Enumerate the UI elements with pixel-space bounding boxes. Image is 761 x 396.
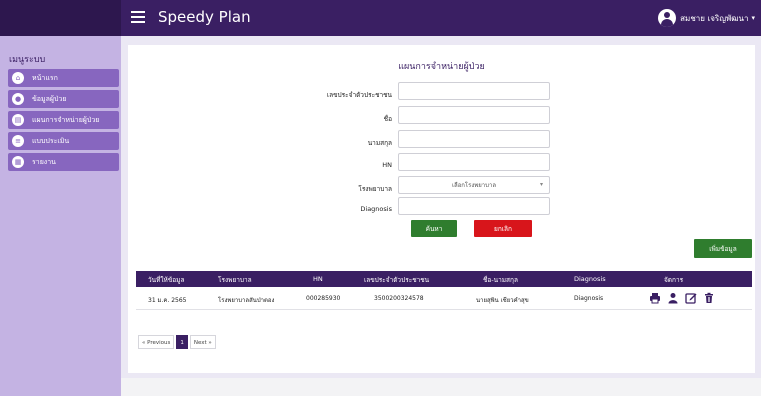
column-header: ชื่อ-นามสกุล [483, 276, 518, 284]
column-header: HN [313, 275, 323, 283]
pagination-next[interactable]: Next » [189, 335, 216, 349]
column-header: เลขประจำตัวประชาชน [364, 276, 430, 284]
hospital-select[interactable]: เลือกโรงพยาบาล ▾ [398, 176, 550, 194]
pagination: « Previous 1 Next » [138, 335, 216, 349]
column-header: จัดการ [664, 276, 684, 284]
app-title: Speedy Plan [158, 8, 251, 26]
chevron-down-icon: ▾ [539, 181, 543, 188]
avatar-icon [658, 9, 677, 27]
column-header: วันที่ให้ข้อมูล [148, 276, 185, 284]
cancel-button[interactable]: ยกเลิก [474, 220, 532, 237]
table-cell-hn: 000285930 [306, 295, 341, 302]
user-menu[interactable]: สมชาย เจริญพัฒนา ▾ [658, 8, 755, 28]
column-header: Diagnosis [574, 275, 606, 283]
user-icon[interactable] [666, 291, 680, 305]
top-navbar: Speedy Plan สมชาย เจริญพัฒนา ▾ [0, 0, 761, 36]
last-name-label: นามสกุล [367, 139, 392, 147]
sidebar-item-label: รายงาน [32, 157, 56, 166]
add-record-button[interactable]: เพิ่มข้อมูล [694, 239, 752, 258]
hospital-select-value: เลือกโรงพยาบาล [451, 182, 497, 189]
sidebar-heading: เมนูระบบ [9, 55, 46, 65]
sidebar-item-discharge-plan[interactable]: ▤ แผนการจำหน่ายผู้ป่วย [8, 111, 119, 129]
sidebar-item-patient[interactable]: ● ข้อมูลผู้ป่วย [8, 90, 119, 108]
user-icon: ● [12, 93, 24, 105]
pagination-page[interactable]: 1 [176, 335, 188, 349]
sidebar-item-home[interactable]: ⌂ หน้าแรก [8, 69, 119, 87]
content-panel: แผนการจำหน่ายผู้ป่วย เลขประจำตัวประชาชน … [128, 45, 755, 373]
last-name-input[interactable] [398, 130, 550, 148]
report-icon: ▦ [12, 156, 24, 168]
table-cell-hospital: โรงพยาบาลสันป่าตอง [218, 297, 275, 304]
table-header: วันที่ให้ข้อมูล โรงพยาบาล HN เลขประจำตัว… [136, 271, 752, 287]
sidebar-menu: ⌂ หน้าแรก ● ข้อมูลผู้ป่วย ▤ แผนการจำหน่า… [8, 69, 119, 174]
table-cell-name: นายสุพิน เชียวคำสุข [476, 297, 529, 304]
footer [121, 378, 761, 396]
sidebar-item-label: แผนการจำหน่ายผู้ป่วย [32, 115, 100, 124]
pagination-previous[interactable]: « Previous [138, 335, 175, 349]
first-name-input[interactable] [398, 106, 550, 124]
brand-area [0, 0, 121, 36]
table-cell-diagnosis: Diagnosis [574, 295, 604, 302]
sidebar-item-assessment[interactable]: ≡ แบบประเมิน [8, 132, 119, 150]
edit-icon[interactable] [684, 291, 698, 305]
sidebar-item-label: หน้าแรก [32, 73, 58, 82]
diagnosis-input[interactable] [398, 197, 550, 215]
search-button[interactable]: ค้นหา [411, 220, 457, 237]
clipboard-icon: ▤ [12, 114, 24, 126]
sidebar-item-label: ข้อมูลผู้ป่วย [32, 94, 67, 103]
hn-input[interactable] [398, 153, 550, 171]
chevron-down-icon: ▾ [751, 14, 755, 22]
list-icon: ≡ [12, 135, 24, 147]
menu-toggle-icon[interactable] [131, 8, 145, 26]
sidebar-item-label: แบบประเมิน [32, 136, 70, 145]
hn-label: HN [382, 161, 392, 169]
first-name-label: ชื่อ [383, 115, 392, 123]
column-header: โรงพยาบาล [218, 276, 252, 284]
print-icon[interactable] [648, 291, 662, 305]
table-row: 31 ม.ค. 2565 โรงพยาบาลสันป่าตอง 00028593… [136, 287, 752, 310]
trash-icon[interactable] [702, 291, 716, 305]
page-title: แผนการจำหน่ายผู้ป่วย [398, 62, 485, 72]
table-cell-citizen-id: 3500200324578 [374, 295, 424, 302]
table-cell-date: 31 ม.ค. 2565 [148, 297, 187, 304]
user-name: สมชาย เจริญพัฒนา [680, 13, 749, 23]
home-icon: ⌂ [12, 72, 24, 84]
citizen-id-label: เลขประจำตัวประชาชน [326, 91, 392, 99]
citizen-id-input[interactable] [398, 82, 550, 100]
sidebar-item-report[interactable]: ▦ รายงาน [8, 153, 119, 171]
diagnosis-label: Diagnosis [360, 205, 392, 213]
sidebar: เมนูระบบ ⌂ หน้าแรก ● ข้อมูลผู้ป่วย ▤ แผน… [0, 36, 121, 396]
hospital-label: โรงพยาบาล [358, 185, 392, 193]
